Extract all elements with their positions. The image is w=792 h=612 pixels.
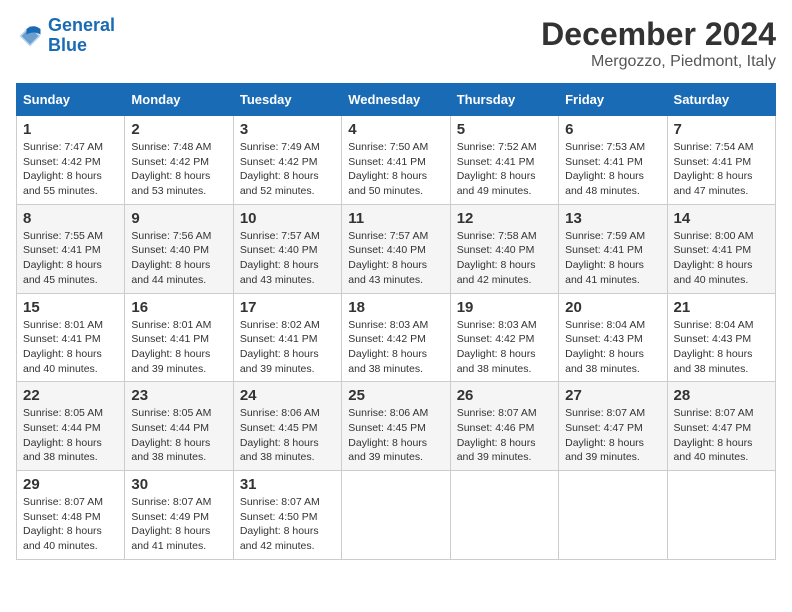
logo: General Blue [16,16,115,56]
day-14: 14 Sunrise: 8:00 AMSunset: 4:41 PMDaylig… [667,204,775,293]
week-row-1: 1 Sunrise: 7:47 AMSunset: 4:42 PMDayligh… [17,116,776,205]
day-30: 30 Sunrise: 8:07 AMSunset: 4:49 PMDaylig… [125,471,233,560]
day-12: 12 Sunrise: 7:58 AMSunset: 4:40 PMDaylig… [450,204,558,293]
week-row-2: 8 Sunrise: 7:55 AMSunset: 4:41 PMDayligh… [17,204,776,293]
empty-cell-4 [667,471,775,560]
empty-cell-1 [342,471,450,560]
empty-cell-3 [559,471,667,560]
col-friday: Friday [559,84,667,116]
day-23: 23 Sunrise: 8:05 AMSunset: 4:44 PMDaylig… [125,382,233,471]
title-area: December 2024 Mergozzo, Piedmont, Italy [541,16,776,71]
week-row-3: 15 Sunrise: 8:01 AMSunset: 4:41 PMDaylig… [17,293,776,382]
empty-cell-2 [450,471,558,560]
day-13: 13 Sunrise: 7:59 AMSunset: 4:41 PMDaylig… [559,204,667,293]
col-monday: Monday [125,84,233,116]
main-title: December 2024 [541,16,776,53]
day-5: 5 Sunrise: 7:52 AMSunset: 4:41 PMDayligh… [450,116,558,205]
week-row-5: 29 Sunrise: 8:07 AMSunset: 4:48 PMDaylig… [17,471,776,560]
day-26: 26 Sunrise: 8:07 AMSunset: 4:46 PMDaylig… [450,382,558,471]
day-9: 9 Sunrise: 7:56 AMSunset: 4:40 PMDayligh… [125,204,233,293]
col-sunday: Sunday [17,84,125,116]
day-11: 11 Sunrise: 7:57 AMSunset: 4:40 PMDaylig… [342,204,450,293]
day-28: 28 Sunrise: 8:07 AMSunset: 4:47 PMDaylig… [667,382,775,471]
day-18: 18 Sunrise: 8:03 AMSunset: 4:42 PMDaylig… [342,293,450,382]
logo-icon [16,22,44,50]
logo-text: General Blue [48,16,115,56]
subtitle: Mergozzo, Piedmont, Italy [541,53,776,71]
page-header: General Blue December 2024 Mergozzo, Pie… [16,16,776,71]
day-22: 22 Sunrise: 8:05 AMSunset: 4:44 PMDaylig… [17,382,125,471]
day-20: 20 Sunrise: 8:04 AMSunset: 4:43 PMDaylig… [559,293,667,382]
calendar-table: Sunday Monday Tuesday Wednesday Thursday… [16,83,776,560]
header-row: Sunday Monday Tuesday Wednesday Thursday… [17,84,776,116]
col-thursday: Thursday [450,84,558,116]
logo-line2: Blue [48,35,87,55]
day-10: 10 Sunrise: 7:57 AMSunset: 4:40 PMDaylig… [233,204,341,293]
day-15: 15 Sunrise: 8:01 AMSunset: 4:41 PMDaylig… [17,293,125,382]
logo-line1: General [48,15,115,35]
day-27: 27 Sunrise: 8:07 AMSunset: 4:47 PMDaylig… [559,382,667,471]
day-4: 4 Sunrise: 7:50 AMSunset: 4:41 PMDayligh… [342,116,450,205]
day-16: 16 Sunrise: 8:01 AMSunset: 4:41 PMDaylig… [125,293,233,382]
day-1: 1 Sunrise: 7:47 AMSunset: 4:42 PMDayligh… [17,116,125,205]
col-wednesday: Wednesday [342,84,450,116]
day-2: 2 Sunrise: 7:48 AMSunset: 4:42 PMDayligh… [125,116,233,205]
day-8: 8 Sunrise: 7:55 AMSunset: 4:41 PMDayligh… [17,204,125,293]
day-17: 17 Sunrise: 8:02 AMSunset: 4:41 PMDaylig… [233,293,341,382]
day-29: 29 Sunrise: 8:07 AMSunset: 4:48 PMDaylig… [17,471,125,560]
col-saturday: Saturday [667,84,775,116]
week-row-4: 22 Sunrise: 8:05 AMSunset: 4:44 PMDaylig… [17,382,776,471]
day-19: 19 Sunrise: 8:03 AMSunset: 4:42 PMDaylig… [450,293,558,382]
day-3: 3 Sunrise: 7:49 AMSunset: 4:42 PMDayligh… [233,116,341,205]
col-tuesday: Tuesday [233,84,341,116]
day-24: 24 Sunrise: 8:06 AMSunset: 4:45 PMDaylig… [233,382,341,471]
day-21: 21 Sunrise: 8:04 AMSunset: 4:43 PMDaylig… [667,293,775,382]
day-7: 7 Sunrise: 7:54 AMSunset: 4:41 PMDayligh… [667,116,775,205]
day-31: 31 Sunrise: 8:07 AMSunset: 4:50 PMDaylig… [233,471,341,560]
day-25: 25 Sunrise: 8:06 AMSunset: 4:45 PMDaylig… [342,382,450,471]
day-6: 6 Sunrise: 7:53 AMSunset: 4:41 PMDayligh… [559,116,667,205]
